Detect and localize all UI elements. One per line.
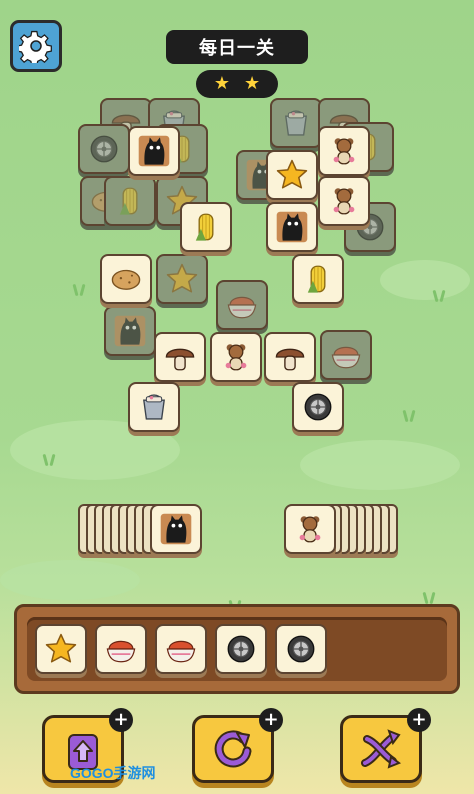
rice-bowl-icon xyxy=(106,640,136,663)
tire-icon xyxy=(90,135,118,163)
star-icon xyxy=(45,633,77,663)
grass-patch xyxy=(300,440,460,490)
board-tile xyxy=(216,280,268,330)
board-tile xyxy=(104,176,156,226)
teddy-bear-icon xyxy=(299,516,321,543)
match-tray xyxy=(14,604,460,694)
black-cat-icon xyxy=(138,135,170,167)
shuffle-button[interactable]: + xyxy=(192,708,283,783)
rice-bowl-icon xyxy=(331,346,361,369)
star-icon: ★ xyxy=(213,73,230,94)
board-tile[interactable] xyxy=(154,332,206,382)
cross-arrows-icon xyxy=(361,729,402,769)
black-cat-icon xyxy=(160,513,192,545)
add-swap-badge[interactable]: + xyxy=(407,708,431,732)
add-undo-badge[interactable]: + xyxy=(109,708,133,732)
grass-tuft xyxy=(420,590,438,604)
board-tile[interactable] xyxy=(318,176,370,226)
add-shuffle-badge[interactable]: + xyxy=(259,708,283,732)
board-tile[interactable] xyxy=(128,126,180,176)
board-tile[interactable] xyxy=(264,332,316,382)
board-tile[interactable] xyxy=(266,150,318,200)
corn-icon xyxy=(195,213,214,241)
tray-tile xyxy=(155,624,207,674)
teddy-bear-icon xyxy=(225,344,247,371)
rotate-icon xyxy=(214,730,252,768)
board-tile[interactable] xyxy=(292,254,344,304)
watermark: GOGO手游网 xyxy=(70,765,156,781)
left-tile-stack xyxy=(78,504,208,554)
grass-tuft xyxy=(430,288,448,302)
mushroom-icon xyxy=(165,348,195,371)
level-title-text: 每日一关 xyxy=(199,38,275,59)
teddy-bear-icon xyxy=(333,188,355,215)
star-icon xyxy=(166,263,198,293)
board-tile[interactable] xyxy=(100,254,152,304)
board-tile[interactable] xyxy=(128,382,180,432)
star-icon xyxy=(276,159,308,189)
level-title: 每日一关 xyxy=(166,30,308,64)
teddy-bear-icon xyxy=(333,138,355,165)
star-rating: ★ ★ xyxy=(196,70,278,98)
grass-tuft xyxy=(40,452,58,466)
black-cat-icon xyxy=(114,315,146,347)
board-tile xyxy=(104,306,156,356)
rice-bowl-icon xyxy=(166,640,196,663)
corn-icon xyxy=(307,265,326,293)
board-tile[interactable] xyxy=(292,382,344,432)
black-cat-icon xyxy=(276,211,308,243)
mushroom-icon xyxy=(275,348,305,371)
board-tile xyxy=(156,254,208,304)
tire-icon xyxy=(287,635,315,663)
swap-button[interactable]: + xyxy=(340,708,431,783)
tire-icon xyxy=(227,635,255,663)
corn-icon xyxy=(119,187,138,215)
board-tile[interactable] xyxy=(266,202,318,252)
tire-icon xyxy=(304,393,332,421)
potato-icon xyxy=(111,269,141,290)
board-tile xyxy=(320,330,372,380)
rice-bowl-icon xyxy=(227,296,257,319)
right-tile-stack xyxy=(284,504,400,554)
grass-tuft xyxy=(400,408,418,422)
board-tile[interactable] xyxy=(180,202,232,252)
tray-tile xyxy=(95,624,147,674)
gear-icon xyxy=(19,30,52,63)
settings-button[interactable] xyxy=(10,20,62,72)
board-tile[interactable] xyxy=(210,332,262,382)
right-stack-top-tile[interactable] xyxy=(284,504,336,554)
board-tile xyxy=(270,98,322,148)
tray-slots xyxy=(27,617,447,681)
grass-patch xyxy=(380,260,470,300)
bucket-icon xyxy=(143,394,165,420)
bucket-icon xyxy=(285,110,307,136)
grass-tuft xyxy=(70,282,88,296)
left-stack-top-tile[interactable] xyxy=(150,504,202,554)
board-tile xyxy=(78,124,130,174)
tray-tile xyxy=(35,624,87,674)
board-tile[interactable] xyxy=(318,126,370,176)
tray-tile xyxy=(275,624,327,674)
grass-patch xyxy=(0,560,140,600)
star-icon: ★ xyxy=(244,73,261,94)
tray-tile xyxy=(215,624,267,674)
